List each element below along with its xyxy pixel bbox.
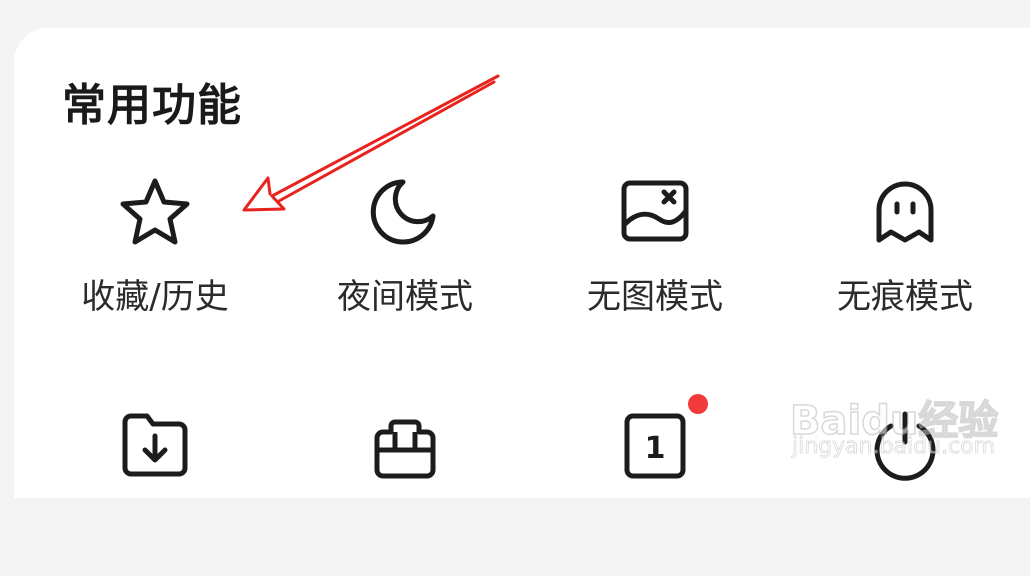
moon-icon: [365, 172, 445, 252]
ghost-icon: [865, 172, 945, 252]
notification-dot: [688, 394, 708, 414]
watermark: Baidu经验 jingyan.baidu.com: [782, 366, 1012, 466]
download-folder-icon: [115, 406, 195, 486]
feature-bookmarks-history[interactable]: 收藏/历史: [55, 172, 255, 342]
feature-downloads[interactable]: [55, 406, 255, 576]
toolbox-icon: [365, 406, 445, 486]
no-image-icon: [615, 172, 695, 252]
feature-label: 无图模式: [587, 277, 723, 317]
feature-label: 无痕模式: [837, 277, 973, 317]
feature-label: 收藏/历史: [81, 277, 229, 317]
feature-incognito-mode[interactable]: 无痕模式: [805, 172, 1005, 342]
feature-label: 夜间模式: [337, 277, 473, 317]
feature-toolbox[interactable]: [305, 406, 505, 576]
tab-count-icon: 1: [615, 406, 695, 486]
section-title: 常用功能: [62, 80, 242, 131]
tab-count: 1: [645, 431, 666, 466]
watermark-sub: jingyan.baidu.com: [792, 434, 996, 460]
feature-tabs[interactable]: 1: [555, 406, 755, 576]
feature-night-mode[interactable]: 夜间模式: [305, 172, 505, 342]
feature-no-image-mode[interactable]: 无图模式: [555, 172, 755, 342]
star-icon: [115, 172, 195, 252]
